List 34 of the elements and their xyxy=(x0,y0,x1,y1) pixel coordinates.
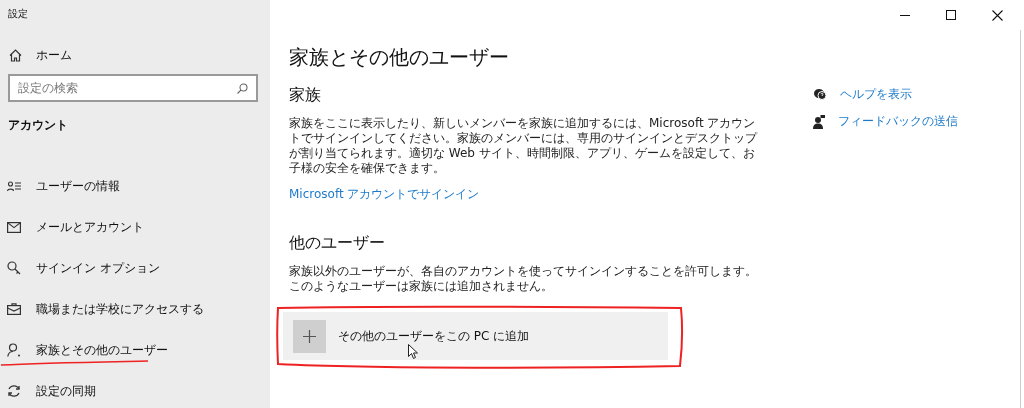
cursor-icon xyxy=(408,344,418,359)
help-link[interactable]: フィードバックの送信 xyxy=(838,113,958,130)
home-link[interactable]: ホーム xyxy=(36,47,72,64)
section-heading: アカウント xyxy=(8,117,69,134)
nav-item[interactable]: 職場または学校にアクセスする xyxy=(0,300,260,326)
section-heading: 他のユーザー xyxy=(289,233,386,254)
nav-item[interactable]: メールとアカウント xyxy=(0,218,260,244)
search-field[interactable]: 設定の検索 xyxy=(8,74,258,102)
nav-item[interactable]: 設定の同期 xyxy=(0,382,260,408)
description-text: 家族以外のユーザーが、各自のアカウントを使ってサインインすることを許可します。このようなユーザーは家族には追加されません。 xyxy=(289,264,758,294)
user-card-icon xyxy=(7,180,21,192)
key-icon xyxy=(7,261,21,275)
nav-item[interactable]: 家族とその他のユーザー xyxy=(0,341,260,367)
maximize-icon[interactable] xyxy=(946,10,956,20)
mail-icon xyxy=(7,221,21,233)
search-icon xyxy=(237,83,248,94)
description-text: 家族をここに表示したり、新しいメンバーを家族に追加するには、Microsoft アカウントでサインインしてください。家族のメンバーには、専用のサインインとデスクトップが割り当てられます。適切な Web サイト、時間制限、アプリ、ゲームを設定して、お子様の安全を確保できます。 xyxy=(289,116,759,176)
home-icon xyxy=(9,49,22,62)
close-icon[interactable] xyxy=(991,9,1003,21)
sign-in-link[interactable]: Microsoft アカウントでサインイン xyxy=(289,186,480,203)
minimize-icon[interactable] xyxy=(900,14,910,16)
help-link[interactable]: ヘルプを表示 xyxy=(840,86,912,103)
plus-icon xyxy=(303,329,316,343)
sync-icon xyxy=(7,384,21,398)
window-title: 設定 xyxy=(7,7,29,21)
section-heading: 家族 xyxy=(289,85,322,106)
person-icon xyxy=(7,343,21,357)
help-icon xyxy=(813,88,827,101)
briefcase-icon xyxy=(7,303,21,315)
page-title: 家族とその他のユーザー xyxy=(289,44,510,71)
nav-item[interactable]: ユーザーの情報 xyxy=(0,177,260,203)
feedback-icon xyxy=(813,114,825,129)
add-user-button[interactable]: その他のユーザーをこの PC に追加 xyxy=(283,312,668,360)
nav-item[interactable]: サインイン オプション xyxy=(0,259,260,285)
